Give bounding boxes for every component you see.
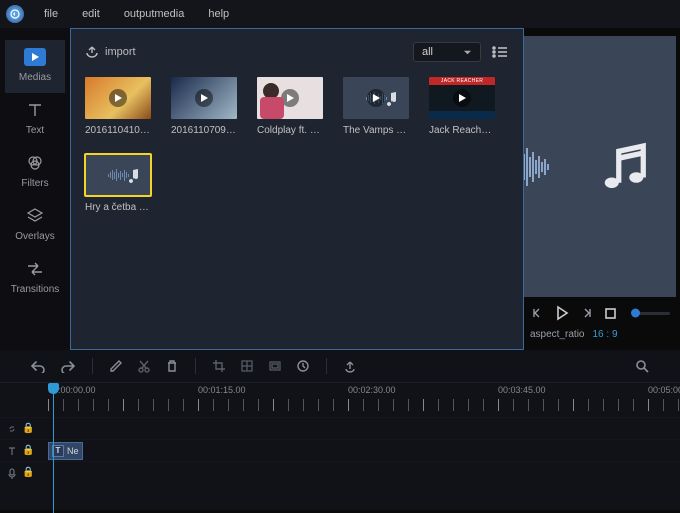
next-frame-button[interactable]	[580, 306, 594, 320]
media-label: Jack Reacher…	[429, 125, 495, 136]
media-grid: 20161104100… 20161107092… Coldplay ft. C…	[85, 77, 509, 213]
media-panel: import all 20161104100… 20161107092…	[70, 28, 524, 350]
crop-button[interactable]	[212, 359, 226, 373]
overlays-icon	[25, 207, 45, 225]
import-button[interactable]: import	[85, 45, 136, 59]
play-button[interactable]	[554, 305, 570, 321]
edit-button[interactable]	[109, 359, 123, 373]
media-item[interactable]: JACK REACHER Jack Reacher…	[429, 77, 495, 136]
import-icon	[85, 45, 99, 59]
media-thumbnail	[343, 77, 409, 119]
dropdown-value: all	[422, 46, 433, 58]
media-filter-dropdown[interactable]: all	[413, 42, 481, 62]
transitions-icon	[25, 260, 45, 278]
prev-frame-button[interactable]	[530, 306, 544, 320]
sidebar-tab-transitions[interactable]: Transitions	[5, 252, 65, 305]
media-item[interactable]: 20161107092…	[171, 77, 237, 136]
play-overlay-icon	[109, 89, 127, 107]
chevron-down-icon	[463, 48, 472, 57]
preview-canvas	[524, 36, 676, 297]
music-note-icon	[596, 139, 652, 195]
ruler-tick: 00:00:00.00	[48, 385, 198, 395]
play-overlay-icon	[281, 89, 299, 107]
sidebar-tab-text[interactable]: Text	[5, 93, 65, 146]
track-row-video[interactable]: 🔒	[0, 417, 680, 439]
cut-button[interactable]	[137, 359, 151, 373]
timeline-toolbar	[0, 350, 680, 383]
media-thumbnail: JACK REACHER	[429, 77, 495, 119]
lock-icon[interactable]: 🔒	[22, 445, 34, 456]
media-label: Hry a četba (…	[85, 202, 151, 213]
play-icon	[24, 48, 46, 66]
playhead-line	[53, 393, 54, 513]
menu-outputmedia[interactable]: outputmedia	[114, 4, 195, 24]
play-overlay-icon	[195, 89, 213, 107]
menu-file[interactable]: file	[34, 4, 68, 24]
menubar: file edit outputmedia help	[0, 0, 680, 28]
mic-track-icon	[6, 467, 18, 479]
sidebar-label: Filters	[21, 178, 48, 189]
preview-area: aspect_ratio 16 : 9	[524, 28, 680, 350]
list-view-icon[interactable]	[491, 45, 509, 59]
ruler-tick: 00:01:15.00	[198, 385, 348, 395]
ruler-tick: 00:03:45.00	[498, 385, 648, 395]
text-icon	[25, 101, 45, 119]
media-label: 20161107092…	[171, 125, 237, 136]
export-button[interactable]	[343, 359, 357, 373]
transport-controls	[524, 297, 676, 325]
redo-button[interactable]	[60, 359, 76, 373]
music-note-icon	[125, 167, 141, 183]
aspect-ratio-label: aspect_ratio	[530, 329, 584, 340]
duration-button[interactable]	[296, 359, 310, 373]
media-label: Coldplay ft. C…	[257, 125, 323, 136]
filters-icon	[25, 154, 45, 172]
freeze-button[interactable]	[268, 359, 282, 373]
sidebar-label: Transitions	[11, 284, 60, 295]
play-overlay-icon	[367, 89, 385, 107]
media-thumbnail	[85, 77, 151, 119]
sidebar-label: Overlays	[15, 231, 54, 242]
stop-button[interactable]	[604, 307, 617, 320]
menu-help[interactable]: help	[198, 4, 239, 24]
sidebar-tab-filters[interactable]: Filters	[5, 146, 65, 199]
media-item[interactable]: Hry a četba (…	[85, 154, 151, 213]
tracks: 🔒 🔒 T Ne 🔒	[0, 417, 680, 483]
timeline: 00:00:00.00 00:01:15.00 00:02:30.00 00:0…	[0, 350, 680, 510]
track-row-audio[interactable]: 🔒	[0, 461, 680, 483]
media-item[interactable]: 20161104100…	[85, 77, 151, 136]
sidebar-label: Text	[26, 125, 44, 136]
menu-edit[interactable]: edit	[72, 4, 110, 24]
lock-icon[interactable]: 🔒	[22, 423, 34, 434]
import-label: import	[105, 46, 136, 58]
text-track-icon	[6, 445, 18, 457]
media-thumbnail	[257, 77, 323, 119]
sidebar: Medias Text Filters Overlays Transitions	[0, 28, 70, 350]
lock-icon[interactable]: 🔒	[22, 467, 34, 478]
sidebar-label: Medias	[19, 72, 51, 83]
link-icon	[6, 423, 18, 435]
media-label: The Vamps -…	[343, 125, 409, 136]
ruler-tick: 00:02:30.00	[348, 385, 498, 395]
media-item[interactable]: Coldplay ft. C…	[257, 77, 323, 136]
media-label: 20161104100…	[85, 125, 151, 136]
sidebar-tab-medias[interactable]: Medias	[5, 40, 65, 93]
seek-bar[interactable]	[633, 312, 670, 315]
ruler-tick: 00:05:00.00	[648, 385, 680, 395]
seek-handle[interactable]	[631, 309, 640, 318]
aspect-ratio-value[interactable]: 16 : 9	[592, 329, 617, 340]
mosaic-button[interactable]	[240, 359, 254, 373]
app-logo	[6, 5, 24, 23]
timeline-ruler[interactable]: 00:00:00.00 00:01:15.00 00:02:30.00 00:0…	[42, 383, 680, 417]
media-item[interactable]: The Vamps -…	[343, 77, 409, 136]
play-overlay-icon	[453, 89, 471, 107]
zoom-button[interactable]	[634, 358, 650, 374]
media-thumbnail	[171, 77, 237, 119]
track-row-text[interactable]: 🔒 T Ne	[0, 439, 680, 461]
clip-label: Ne	[67, 446, 79, 456]
music-note-icon	[383, 90, 399, 106]
undo-button[interactable]	[30, 359, 46, 373]
media-thumbnail-selected	[85, 154, 151, 196]
sidebar-tab-overlays[interactable]: Overlays	[5, 199, 65, 252]
delete-button[interactable]	[165, 359, 179, 373]
